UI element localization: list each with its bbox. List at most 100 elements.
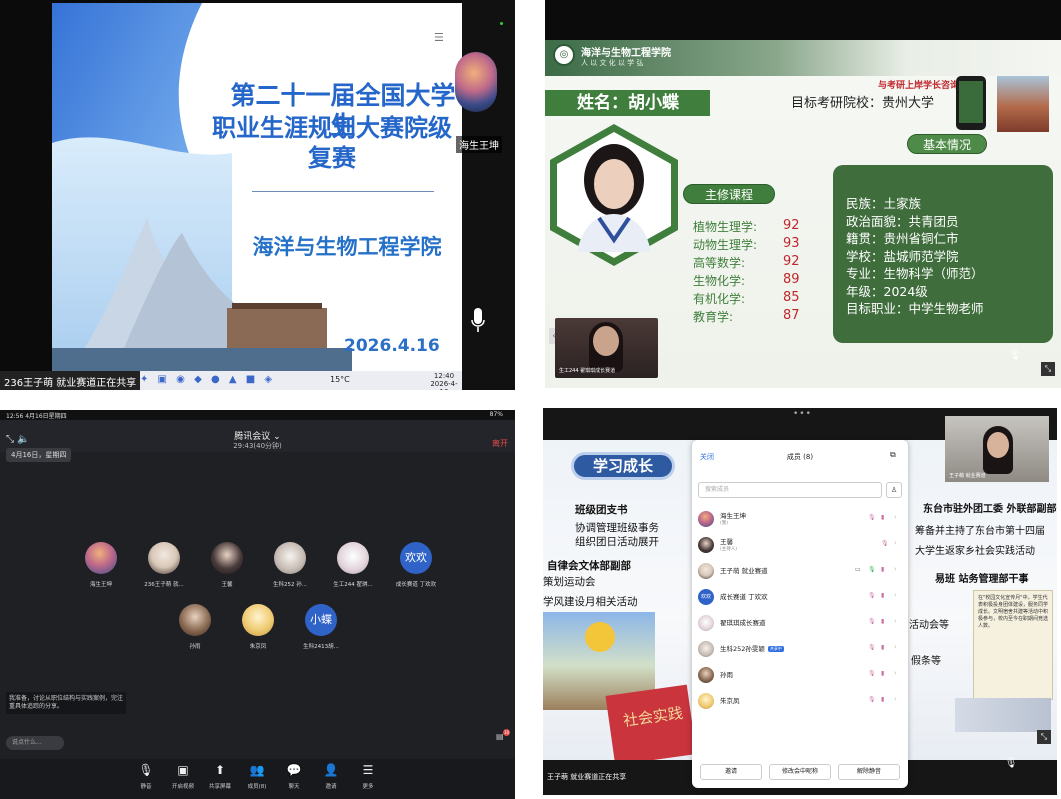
course-row: 高等数学: 92 bbox=[693, 254, 803, 272]
note-card: 在"校园文化宣传月"中，学生代表积极投身团体建设，服务同学成长。文明宿舍共建等活… bbox=[973, 590, 1053, 700]
smile-emoji-icon bbox=[585, 622, 615, 652]
members-button[interactable]: 👥 成员(8) bbox=[237, 763, 277, 790]
camera-off-icon[interactable]: ▮ bbox=[881, 618, 884, 625]
participant-tile[interactable]: 孙雨 bbox=[164, 604, 226, 660]
chat-icon: 💬 bbox=[286, 763, 302, 777]
slide-menu-icon[interactable]: ☰ bbox=[434, 31, 444, 44]
member-row[interactable]: 海生王坤 (我) 🎙 ▮ › bbox=[698, 508, 902, 532]
right-text: 筹备并主持了东台市第十四届 bbox=[915, 526, 1045, 537]
info-political: 政治面貌：共青团员 bbox=[846, 213, 959, 229]
participant-tile[interactable]: 小蝶 生科2413胡... bbox=[290, 604, 352, 660]
member-name: 生科252孙雯颖 共享中 bbox=[720, 643, 784, 653]
mic-icon[interactable]: 🎙 bbox=[1007, 350, 1023, 366]
presenter-avatar[interactable] bbox=[455, 52, 497, 112]
member-row[interactable]: 生科252孙雯颖 共享中 🎙 ▮ › bbox=[698, 638, 902, 662]
participant-name: 生科2413胡... bbox=[303, 644, 339, 650]
mic-muted-icon[interactable]: 🎙 bbox=[881, 540, 889, 547]
member-row[interactable]: 翟琪琪成长赛道 🎙 ▮ › bbox=[698, 612, 902, 636]
chevron-right-icon[interactable]: › bbox=[894, 513, 897, 521]
shared-slide-window: ☰ 第二十一届全国大学生 职业生涯规划大赛院级复赛 海洋与生物工程学院 2026… bbox=[0, 0, 515, 390]
chat-list-icon[interactable]: ▤ 10 bbox=[496, 729, 510, 744]
chat-preview[interactable]: 我准备，讨论从职位结构与实践案例，完注重具体追踪的分享。 bbox=[6, 692, 126, 714]
participant-tile[interactable]: 王馨 bbox=[196, 542, 258, 598]
add-member-icon[interactable]: ♙ bbox=[886, 482, 902, 498]
camera-off-icon[interactable]: ▮ bbox=[881, 696, 884, 703]
course-score: 92 bbox=[783, 254, 800, 269]
member-row[interactable]: 王子萌 就业赛道 ▭ 🎙 ▮ › bbox=[698, 560, 902, 584]
window-handle-icon[interactable]: ••• bbox=[793, 409, 812, 419]
rename-button[interactable]: 修改会中昵称 bbox=[769, 764, 831, 780]
chevron-right-icon[interactable]: › bbox=[894, 669, 897, 677]
tool-label: 静音 bbox=[140, 784, 152, 790]
presenter-name-tag: 海生王坤 bbox=[456, 136, 502, 153]
course-score: 92 bbox=[783, 218, 800, 233]
camera-off-icon[interactable]: ▮ bbox=[881, 514, 884, 521]
chevron-right-icon[interactable]: › bbox=[894, 591, 897, 599]
course-name: 有机化学: bbox=[693, 292, 746, 306]
participant-tile[interactable]: 生工244 翟琪... bbox=[322, 542, 384, 598]
left-text: 组织团日活动展开 bbox=[575, 536, 659, 548]
unmute-button[interactable]: 解除静音 bbox=[838, 764, 900, 780]
invite-button[interactable]: 邀请 bbox=[700, 764, 762, 780]
camera-off-icon[interactable]: ▮ bbox=[881, 592, 884, 599]
member-avatar bbox=[698, 641, 714, 657]
member-name: 王馨 bbox=[720, 538, 733, 546]
presenter-video-tile[interactable]: 王子萌 就业赛道 bbox=[945, 416, 1049, 482]
participant-tile[interactable]: 朱京凤 bbox=[227, 604, 289, 660]
member-role: (主持人) bbox=[720, 547, 738, 552]
member-row[interactable]: 朱京凤 🎙 ▮ › bbox=[698, 690, 902, 714]
participant-name: 生科252 孙... bbox=[273, 582, 307, 588]
participant-tile[interactable]: 生科252 孙... bbox=[259, 542, 321, 598]
participant-name: 成长赛道 丁欢欢 bbox=[395, 582, 437, 588]
tool-label: 共享屏幕 bbox=[208, 784, 231, 790]
chat-button[interactable]: 💬 聊天 bbox=[274, 763, 314, 790]
mic-muted-icon[interactable]: 🎙 bbox=[868, 618, 876, 625]
mic-muted-icon[interactable]: 🎙 bbox=[868, 644, 876, 651]
member-search-input[interactable]: 搜索成员 bbox=[698, 482, 882, 498]
participant-tile[interactable]: 236王子萌 就... bbox=[133, 542, 195, 598]
participant-avatar bbox=[274, 542, 306, 574]
chat-input[interactable]: 说点什么... bbox=[6, 736, 64, 750]
invite-button[interactable]: 👤 邀请 bbox=[311, 763, 351, 790]
camera-off-icon[interactable]: ▮ bbox=[881, 644, 884, 651]
chevron-right-icon[interactable]: › bbox=[894, 539, 897, 547]
taskbar-app-icons[interactable]: ✦ ▣ ◉ ◆ ● ▲ ■ ◈ bbox=[140, 374, 275, 385]
video-button[interactable]: ▣ 开启视频 bbox=[163, 763, 203, 790]
mic-muted-icon[interactable]: 🎙 bbox=[868, 670, 876, 677]
expand-icon[interactable]: ⤡ bbox=[1041, 362, 1055, 376]
chevron-right-icon[interactable]: › bbox=[894, 643, 897, 651]
participant-tile[interactable]: 欢欢 成长赛道 丁欢欢 bbox=[385, 542, 447, 598]
member-row[interactable]: 孙雨 🎙 ▮ › bbox=[698, 664, 902, 688]
mic-muted-icon[interactable]: 🎙 bbox=[868, 696, 876, 703]
mic-muted-icon[interactable]: 🎙 bbox=[868, 514, 876, 521]
leave-button[interactable]: 离开 bbox=[492, 438, 508, 449]
camera-on-icon[interactable]: ▮ bbox=[881, 566, 884, 573]
mic-icon[interactable]: 🎙 bbox=[1003, 758, 1019, 774]
participant-tile[interactable]: 海生王坤 bbox=[70, 542, 132, 598]
mute-button[interactable]: 🎙 静音 bbox=[126, 763, 166, 790]
self-video-tile[interactable]: 生工244 翟琪琪成长赛道 bbox=[555, 318, 658, 378]
more-button[interactable]: ☰ 更多 bbox=[348, 763, 388, 790]
mic-icon[interactable] bbox=[462, 308, 494, 348]
popout-icon[interactable]: ⧉ bbox=[890, 450, 896, 460]
right-text: 易班 站务管理部干事 bbox=[935, 574, 1029, 585]
course-score: 85 bbox=[783, 290, 800, 305]
course-row: 教育学: 87 bbox=[693, 308, 803, 326]
chevron-right-icon[interactable]: › bbox=[894, 695, 897, 703]
status-time: 12:56 4月16日星期四 bbox=[6, 413, 67, 420]
slide-artwork bbox=[52, 3, 352, 371]
share-screen-button[interactable]: ⬆ 共享屏幕 bbox=[200, 763, 240, 790]
mic-muted-icon[interactable]: 🎙 bbox=[868, 592, 876, 599]
mic-on-icon[interactable]: 🎙 bbox=[868, 566, 876, 573]
camera-off-icon[interactable]: ▮ bbox=[881, 670, 884, 677]
more-icon: ☰ bbox=[362, 763, 374, 777]
logo-subtitle: 人 以 文 化 以 学 弘 bbox=[581, 59, 644, 67]
chevron-right-icon[interactable]: › bbox=[894, 617, 897, 625]
college-logo-icon: ◎ bbox=[553, 44, 575, 66]
chevron-right-icon[interactable]: › bbox=[894, 565, 897, 573]
expand-icon[interactable]: ⤡ bbox=[1037, 730, 1051, 744]
phone-screen bbox=[959, 81, 983, 123]
video-person-face bbox=[987, 432, 1009, 458]
member-row[interactable]: 欢欢 成长赛道 丁欢欢 🎙 ▮ › bbox=[698, 586, 902, 610]
member-row[interactable]: 王馨 (主持人) 🎙 › bbox=[698, 534, 902, 558]
